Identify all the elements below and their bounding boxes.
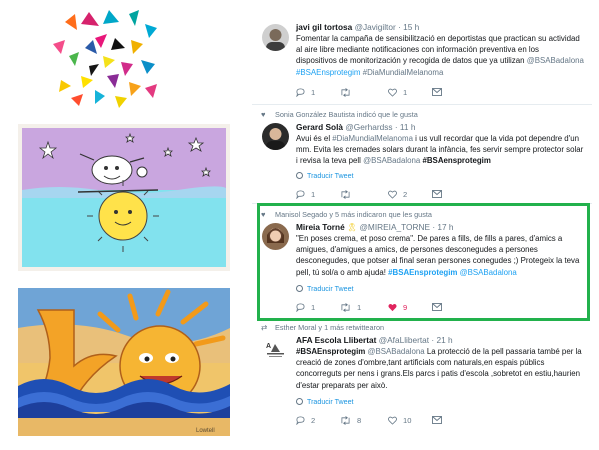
like-button[interactable]: 2: [388, 189, 407, 201]
tweet-line: #BSAEnsprotegim #DiaMundialMelanoma: [296, 67, 592, 78]
hashtag-link[interactable]: #BSAEnsprotegim: [296, 68, 360, 77]
envelope-icon: [432, 415, 442, 424]
retweet-button[interactable]: [340, 189, 357, 201]
author-name[interactable]: AFA Escola Llibertat: [296, 335, 376, 345]
hashtag-link[interactable]: #BSAensprotegim: [422, 156, 490, 165]
author-handle[interactable]: @Gerhardss: [345, 122, 392, 132]
tweet-line: Avui és el #DiaMundialMelanoma i us vull…: [296, 133, 592, 144]
tweet-text-segment: Fomentar la campaña de sensibilització e…: [296, 34, 580, 43]
tweet-text-segment: i us vull recordar que la vida pot depen…: [412, 134, 579, 143]
tweet-line: al aire libre mediante notificaciones co…: [296, 44, 592, 55]
globe-icon: [296, 398, 303, 405]
envelope-icon: [432, 189, 442, 198]
retweets-count: 8: [357, 415, 362, 425]
highlight-box: [257, 203, 590, 321]
tweet-line: dispositivos de monitorización y recogid…: [296, 55, 592, 66]
globe-icon: [296, 172, 303, 179]
mention-link[interactable]: @BSABadalona: [527, 56, 584, 65]
retweet-icon: [340, 87, 351, 97]
tweet-line: Fomentar la campaña de sensibilització e…: [296, 33, 592, 44]
tweet-actions: 2 8 10: [296, 415, 516, 427]
mention-link[interactable]: #DiaMundialMelanoma: [332, 134, 413, 143]
tweet-text-segment: i revisa la teva pell: [296, 156, 364, 166]
author-handle[interactable]: @Javigiltor: [355, 22, 396, 32]
tweet-text-segment: mm. Evita les cremades solars durant la …: [296, 145, 584, 155]
tweet-text: #BSAEnsprotegim @BSABadalona La protecci…: [296, 346, 592, 391]
social-context[interactable]: Esther Moral y 1 más retwittearon: [275, 323, 384, 332]
social-context[interactable]: Sonia González Bautista indicó que le gu…: [275, 110, 418, 119]
avatar[interactable]: A: [262, 336, 289, 363]
translate-label[interactable]: Traducir Tweet: [307, 398, 354, 406]
heart-icon: [388, 87, 397, 97]
artist-signature: Lowtell: [196, 428, 215, 434]
tweet-time[interactable]: · 11 h: [395, 122, 416, 132]
avatar[interactable]: [262, 24, 289, 51]
reply-icon: [296, 415, 305, 425]
tweet-line: i revisa la teva pell @BSABadalona #BSAe…: [296, 155, 592, 166]
author-name[interactable]: javi gil tortosa: [296, 22, 352, 32]
heart-icon: [388, 189, 397, 199]
tweet-text-segment: d'estar preparats per això.: [296, 380, 388, 390]
reply-button[interactable]: 2: [296, 415, 315, 427]
retweet-icon: ⇄: [261, 323, 268, 332]
reply-button[interactable]: 1: [296, 87, 315, 99]
retweet-button[interactable]: [340, 87, 357, 99]
tweet-text-segment: concorreguts per nens i grans.Els parcs …: [296, 369, 580, 379]
author-handle[interactable]: @AfaLlibertat: [379, 335, 429, 345]
svg-text:A: A: [266, 343, 271, 350]
tweet-actions: 11: [296, 87, 516, 99]
tweet-line: concorreguts per nens i grans.Els parcs …: [296, 368, 592, 379]
child-drawing-smiling-sun-waves-image: Lowtell: [18, 288, 230, 436]
reply-button[interactable]: 1: [296, 189, 315, 201]
tweet-text-segment: dispositivos de monitorización y recogid…: [296, 56, 527, 66]
like-button[interactable]: 10: [388, 415, 411, 427]
tweet-header: AFA Escola Llibertat @AfaLlibertat · 21 …: [296, 335, 453, 345]
heart-icon: ♥: [261, 110, 266, 119]
tweet-text-segment: creació de zones d'ombre,tant artificial…: [296, 358, 545, 368]
translate-label[interactable]: Traducir Tweet: [307, 172, 354, 180]
hashtag-link[interactable]: #BSAEnsprotegim: [296, 347, 365, 356]
tweet-line: #BSAEnsprotegim @BSABadalona La protecci…: [296, 346, 592, 357]
mention-link[interactable]: #DiaMundialMelanoma: [363, 68, 444, 77]
message-button[interactable]: [432, 87, 442, 99]
mention-link[interactable]: @BSABadalona: [363, 156, 420, 165]
replies-count: 1: [311, 189, 316, 199]
tweet-header: Gerard Solà @Gerhardss · 11 h: [296, 122, 415, 132]
tweet-text: Fomentar la campaña de sensibilització e…: [296, 33, 592, 78]
author-name[interactable]: Gerard Solà: [296, 122, 343, 132]
tweet-line: creació de zones d'ombre,tant artificial…: [296, 357, 592, 368]
tweet-text-segment: Avui és el: [296, 134, 333, 143]
tweet-text-segment: La protecció de la pell passaria també p…: [424, 347, 582, 356]
triangles-collage-image: [45, 4, 165, 109]
reply-icon: [296, 189, 305, 199]
divider: [252, 104, 592, 105]
tweet-actions: 12: [296, 189, 516, 201]
tweet-line: d'estar preparats per això.: [296, 380, 592, 391]
retweet-button[interactable]: 8: [340, 415, 361, 427]
like-button[interactable]: 1: [388, 87, 407, 99]
translate-link[interactable]: Traducir Tweet: [296, 172, 354, 180]
heart-icon: [388, 415, 397, 425]
likes-count: 1: [403, 87, 408, 97]
replies-count: 1: [311, 87, 316, 97]
message-button[interactable]: [432, 189, 442, 201]
tweet-text: Avui és el #DiaMundialMelanoma i us vull…: [296, 133, 592, 167]
replies-count: 2: [311, 415, 316, 425]
envelope-icon: [432, 87, 442, 96]
tweet-line: mm. Evita les cremades solars durant la …: [296, 144, 592, 155]
tweet-header: javi gil tortosa @Javigiltor · 15 h: [296, 22, 419, 32]
mention-link[interactable]: @BSABadalona: [367, 347, 424, 356]
tweet-time[interactable]: · 15 h: [398, 22, 419, 32]
message-button[interactable]: [432, 415, 442, 427]
child-drawing-skier-on-sun-image: [18, 124, 230, 271]
retweet-icon: [340, 415, 351, 425]
reply-icon: [296, 87, 305, 97]
translate-link[interactable]: Traducir Tweet: [296, 398, 354, 406]
tweet-time[interactable]: · 21 h: [431, 335, 452, 345]
retweet-icon: [340, 189, 351, 199]
likes-count: 2: [403, 189, 408, 199]
likes-count: 10: [403, 415, 412, 425]
avatar[interactable]: [262, 123, 289, 150]
tweet-text-segment: al aire libre mediante notificaciones co…: [296, 45, 539, 55]
